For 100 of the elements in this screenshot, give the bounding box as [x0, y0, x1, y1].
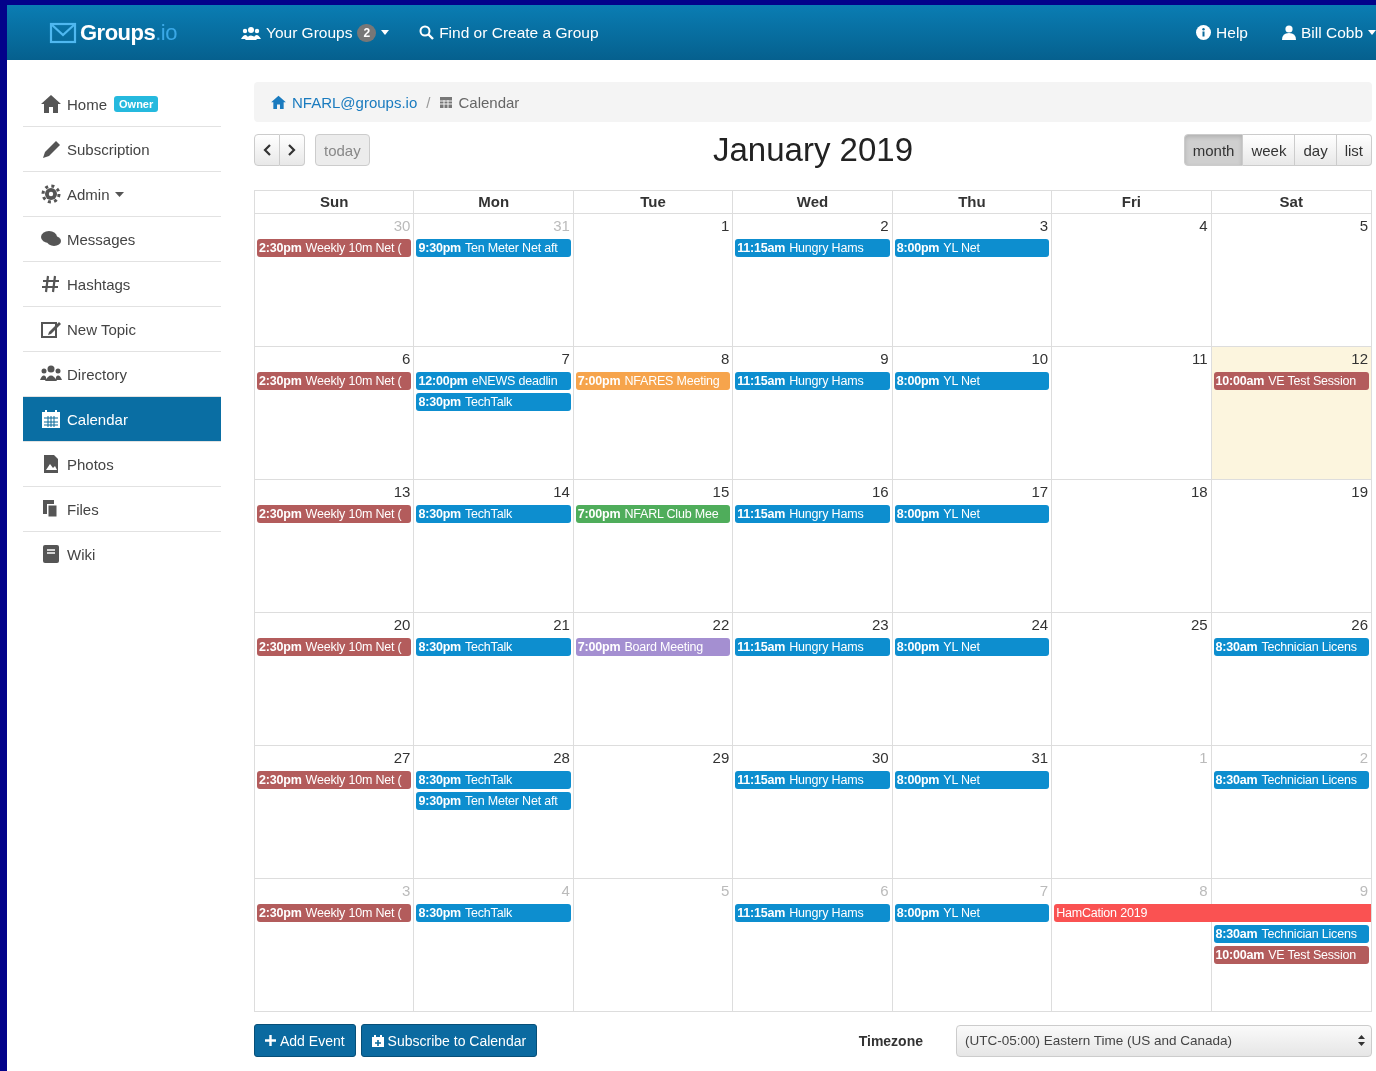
calendar-event[interactable]: 8:30am Technician Licens [1213, 771, 1369, 789]
calendar-event[interactable]: 8:30am Technician Licens [1213, 638, 1369, 656]
plus-icon [265, 1035, 276, 1046]
count-badge: 2 [357, 23, 377, 42]
calendar-event[interactable]: 10:00am VE Test Session [1213, 372, 1369, 390]
home-icon [40, 94, 62, 114]
calendar-event[interactable]: 8:00pm YL Net [894, 904, 1050, 922]
weekday-header: Wed [733, 191, 893, 214]
timezone-select[interactable]: (UTC-05:00) Eastern Time (US and Canada) [956, 1024, 1372, 1057]
day-number: 27 [392, 748, 412, 768]
calendar-event[interactable]: 2:30pm Weekly 10m Net ( [257, 771, 412, 789]
calendar-event[interactable]: 11:15am Hungry Hams [735, 771, 890, 789]
pencil-icon [40, 139, 62, 159]
calendar-event[interactable]: 2:30pm Weekly 10m Net ( [257, 239, 412, 257]
sidebar-item[interactable]: Messages [23, 217, 221, 262]
day-number: 8 [1198, 881, 1209, 901]
day-number: 9 [1358, 881, 1369, 901]
calendar-event[interactable]: 2:30pm Weekly 10m Net ( [257, 638, 412, 656]
weekday-header: Sat [1211, 191, 1371, 214]
calendar-event[interactable]: 8:00pm YL Net [894, 372, 1050, 390]
calendar-event[interactable]: 8:30pm TechTalk [416, 904, 571, 922]
day-number: 2 [1358, 748, 1369, 768]
day-number: 25 [1189, 615, 1209, 635]
calendar-event[interactable]: 8:30pm TechTalk [416, 638, 571, 656]
next-button[interactable] [280, 134, 305, 166]
day-number: 15 [711, 482, 731, 502]
calendar-event[interactable]: 7:00pm NFARL Club Mee [575, 505, 731, 523]
calendar-event[interactable]: 8:00pm YL Net [894, 239, 1050, 257]
day-number: 4 [560, 881, 571, 901]
calendar-event[interactable]: 2:30pm Weekly 10m Net ( [257, 904, 412, 922]
calendar-event[interactable]: 8:30pm TechTalk [416, 771, 571, 789]
nav-link[interactable]: Help [1196, 23, 1248, 42]
view-tab[interactable]: week [1243, 134, 1296, 166]
sidebar-item[interactable]: Subscription [23, 127, 221, 172]
calendar-event[interactable]: 2:30pm Weekly 10m Net ( [257, 505, 412, 523]
calendar-event[interactable]: 8:00pm YL Net [894, 771, 1050, 789]
nav-label: Bill Cobb [1300, 23, 1363, 42]
calendar-event[interactable]: 11:15am Hungry Hams [735, 505, 890, 523]
day-number: 30 [871, 748, 890, 768]
caret-icon [114, 191, 124, 197]
group-link[interactable]: NFARL@groups.io [292, 93, 418, 111]
day-number: 5 [719, 881, 731, 901]
today-button[interactable]: today [315, 134, 370, 166]
sidebar-item[interactable]: Calendar [23, 397, 221, 442]
day-number: 20 [392, 615, 412, 635]
info-icon [1196, 25, 1212, 40]
sidebar-item[interactable]: Photos [23, 442, 221, 487]
calendar-event[interactable]: 12:00pm eNEWS deadlin [416, 372, 571, 390]
sidebar-item[interactable]: Files [23, 487, 221, 532]
calendar-event[interactable]: 8:30am Technician Licens [1213, 925, 1369, 943]
gear-icon [40, 184, 62, 204]
calendar-event[interactable]: 9:30pm Ten Meter Net aft [416, 239, 571, 257]
sidebar-item[interactable]: Wiki [23, 532, 221, 576]
sidebar-item[interactable]: New Topic [23, 307, 221, 352]
calendar-event[interactable]: 7:00pm Board Meeting [575, 638, 731, 656]
day-number: 11 [1191, 349, 1209, 369]
day-number: 5 [1358, 216, 1369, 236]
calendar-event[interactable]: 8:00pm YL Net [894, 505, 1050, 523]
weekday-header: Sun [255, 191, 415, 214]
calendar-event[interactable]: 2:30pm Weekly 10m Net ( [257, 372, 412, 390]
calendar-event[interactable]: 11:15am Hungry Hams [735, 638, 890, 656]
sidebar-item[interactable]: Hashtags [23, 262, 221, 307]
logo-text[interactable]: Groups.io [80, 19, 177, 46]
calendar-title: January 2019 [713, 131, 913, 169]
user-icon [1281, 25, 1296, 40]
calendar-event[interactable]: 9:30pm Ten Meter Net aft [416, 792, 571, 810]
subscribe-button[interactable]: Subscribe to Calendar [360, 1024, 538, 1057]
nav-link[interactable]: Your Groups 2 [241, 23, 390, 42]
calendar-event[interactable]: 11:15am Hungry Hams [735, 239, 890, 257]
day-number: 13 [392, 482, 412, 502]
calendar-event[interactable]: HamCation 2019 [1054, 904, 1371, 922]
day-number: 17 [1030, 482, 1050, 502]
calendar-event[interactable]: 11:15am Hungry Hams [735, 372, 890, 390]
day-number: 31 [1030, 748, 1050, 768]
view-tab[interactable]: month [1183, 134, 1244, 166]
chat-bubbles-icon [40, 229, 62, 249]
day-number: 3 [401, 881, 412, 901]
day-number: 28 [552, 748, 571, 768]
weekday-header: Thu [892, 191, 1053, 214]
add-event-button[interactable]: Add Event [254, 1024, 356, 1057]
calendar-event[interactable]: 11:15am Hungry Hams [735, 904, 890, 922]
sidebar-item[interactable]: Admin [23, 172, 221, 217]
people-icon [40, 364, 62, 384]
day-number: 7 [1038, 881, 1050, 901]
sidebar-item[interactable]: Home Owner [23, 82, 221, 127]
day-number: 7 [560, 349, 571, 369]
day-number: 3 [1038, 216, 1050, 236]
breadcrumb-separator: / [426, 93, 431, 111]
previous-button[interactable] [254, 134, 280, 166]
up-down-arrows-icon [1358, 1035, 1365, 1046]
calendar-event[interactable]: 8:30pm TechTalk [416, 393, 571, 411]
nav-label: Your Groups [266, 23, 353, 42]
view-tab[interactable]: day [1295, 134, 1337, 166]
day-number: 30 [392, 216, 412, 236]
day-number: 26 [1350, 615, 1369, 635]
calendar-event[interactable]: 8:00pm YL Net [894, 638, 1050, 656]
calendar-event[interactable]: 10:00am VE Test Session [1213, 946, 1369, 964]
view-tab[interactable]: list [1336, 134, 1372, 166]
nav-link[interactable]: Bill Cobb [1281, 23, 1376, 42]
calendar-event[interactable]: 8:30pm TechTalk [416, 505, 571, 523]
